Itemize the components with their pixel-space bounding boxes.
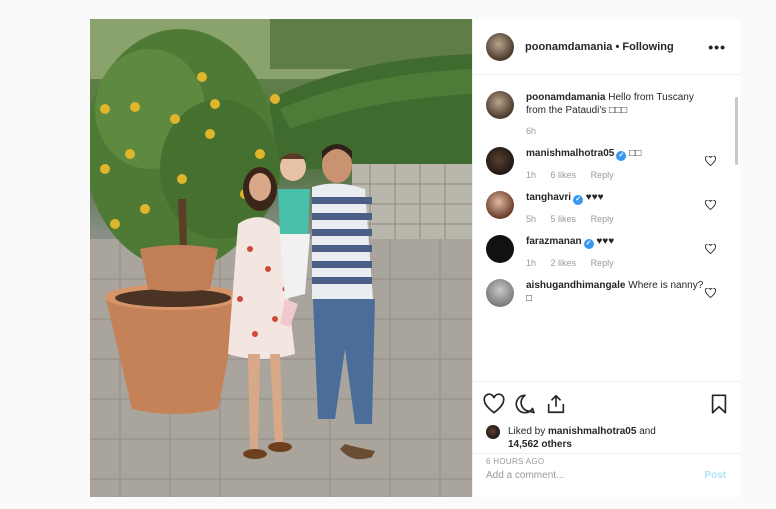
comment-likes[interactable]: 2 likes xyxy=(551,258,577,268)
comments-scrollbar[interactable] xyxy=(735,97,738,165)
likes-prefix: Liked by xyxy=(508,426,546,437)
comment-username[interactable]: tanghavri xyxy=(526,192,571,203)
comment-username[interactable]: aishugandhimangale xyxy=(526,280,625,291)
comments-list[interactable]: poonamdamania Hello from Tuscany from th… xyxy=(473,75,740,381)
comment-avatar[interactable] xyxy=(486,279,514,307)
post-actions xyxy=(473,381,740,425)
reply-button[interactable]: Reply xyxy=(591,214,614,224)
comment-avatar[interactable] xyxy=(486,147,514,175)
verified-badge-icon: ✓ xyxy=(583,239,594,249)
separator-dot: • xyxy=(615,40,620,53)
comment-item: manishmalhotra05 ✓ □□ 1h 6 likes Reply xyxy=(486,147,726,180)
liker-avatar[interactable] xyxy=(486,425,500,439)
reply-button[interactable]: Reply xyxy=(591,258,614,268)
likes-summary: Liked by manishmalhotra05 and 14,562 oth… xyxy=(473,425,740,451)
comment-username[interactable]: farazmanan xyxy=(526,236,582,247)
comment-body: ♥♥♥ xyxy=(585,192,604,203)
comment-text: farazmanan ✓ ♥♥♥ xyxy=(526,235,706,249)
comment-likes[interactable]: 6 likes xyxy=(551,170,577,180)
verified-badge-icon: ✓ xyxy=(573,195,584,205)
bookmark-icon[interactable] xyxy=(708,393,730,415)
caption-username[interactable]: poonamdamania xyxy=(526,92,605,103)
comment-item: aishugandhimangale Where is nanny? □ xyxy=(486,279,726,307)
comment-age: 1h xyxy=(526,258,537,268)
author-username[interactable]: poonamdamania xyxy=(525,41,612,53)
comment-input[interactable] xyxy=(486,470,705,481)
comment-like-heart-icon[interactable] xyxy=(705,156,716,166)
caption-age: 6h xyxy=(526,126,537,136)
comment-age: 5h xyxy=(526,214,537,224)
add-comment-bar: Post xyxy=(473,453,740,497)
comment-body: □□ xyxy=(629,148,642,159)
comment-like-heart-icon[interactable] xyxy=(705,244,716,254)
heart-icon[interactable] xyxy=(483,392,505,415)
comment-text: aishugandhimangale Where is nanny? □ xyxy=(526,279,706,305)
author-line: poonamdamania • Following xyxy=(525,41,708,53)
post-header: poonamdamania • Following ••• xyxy=(473,19,740,75)
instagram-post: poonamdamania • Following ••• poonamdama… xyxy=(90,19,740,497)
author-avatar[interactable] xyxy=(486,32,514,61)
post-side-panel: poonamdamania • Following ••• poonamdama… xyxy=(472,19,740,497)
likes-and: and xyxy=(639,426,656,437)
share-icon[interactable] xyxy=(545,393,567,415)
comment-username[interactable]: manishmalhotra05 xyxy=(526,148,614,159)
more-options-icon[interactable]: ••• xyxy=(708,39,726,55)
comment-avatar[interactable] xyxy=(486,191,514,219)
comment-age: 1h xyxy=(526,170,537,180)
comment-avatar[interactable] xyxy=(486,235,514,263)
liker-username[interactable]: manishmalhotra05 xyxy=(548,426,636,437)
post-comment-button[interactable]: Post xyxy=(704,470,726,481)
verified-badge-icon: ✓ xyxy=(616,151,627,161)
comment-item: tanghavri ✓ ♥♥♥ 5h 5 likes Reply xyxy=(486,191,726,224)
likes-text: Liked by manishmalhotra05 and 14,562 oth… xyxy=(508,425,656,451)
post-photo[interactable] xyxy=(90,19,472,497)
comment-item: farazmanan ✓ ♥♥♥ 1h 2 likes Reply xyxy=(486,235,726,268)
caption: poonamdamania Hello from Tuscany from th… xyxy=(486,91,726,136)
comment-like-heart-icon[interactable] xyxy=(705,288,716,298)
likes-count[interactable]: 14,562 others xyxy=(508,439,572,450)
reply-button[interactable]: Reply xyxy=(591,170,614,180)
following-button[interactable]: Following xyxy=(622,41,673,53)
comment-body: ♥♥♥ xyxy=(596,236,615,247)
caption-text: poonamdamania Hello from Tuscany from th… xyxy=(526,91,706,117)
post-photo-illustration xyxy=(90,19,472,497)
comment-text: tanghavri ✓ ♥♥♥ xyxy=(526,191,706,205)
comment-text: manishmalhotra05 ✓ □□ xyxy=(526,147,706,161)
comment-like-heart-icon[interactable] xyxy=(705,200,716,210)
caption-avatar[interactable] xyxy=(486,91,514,119)
comment-icon[interactable] xyxy=(514,393,536,415)
comment-likes[interactable]: 5 likes xyxy=(551,214,577,224)
